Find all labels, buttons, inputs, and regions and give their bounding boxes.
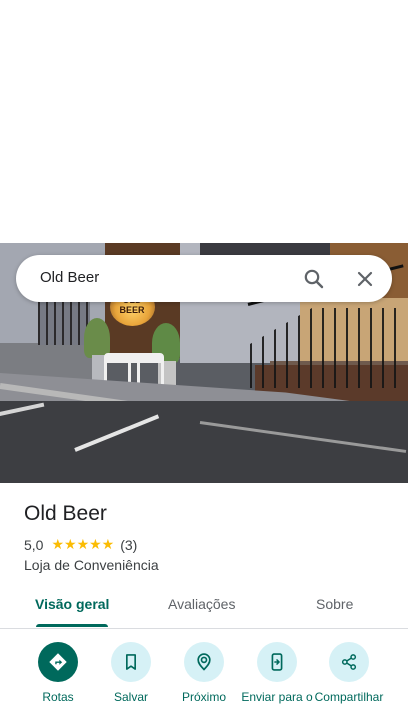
tab-bar: Visão geral Avaliações Sobre [0,588,408,629]
share-label: Compartilhar [314,690,384,704]
nearby-button[interactable]: Próximo [168,642,240,704]
review-count: (3) [120,536,138,553]
share-icon [329,642,369,682]
tab-about[interactable]: Sobre [316,596,353,612]
directions-button[interactable]: Rotas [22,642,94,704]
tab-indicator [36,624,108,627]
close-icon[interactable] [353,267,377,291]
directions-icon [38,642,78,682]
save-button[interactable]: Salvar [95,642,167,704]
send-to-phone-label: Enviar para o [241,690,313,704]
bookmark-icon [111,642,151,682]
place-title: Old Beer [24,502,107,525]
save-label: Salvar [113,690,148,704]
star-rating-icon: ★★★★★ [51,536,115,552]
share-button[interactable]: Compartilhar [313,642,385,704]
place-category: Loja de Conveniência [24,557,159,573]
tab-reviews[interactable]: Avaliações [168,596,235,612]
rating-value: 5,0 [24,536,44,553]
nearby-label: Próximo [181,690,226,704]
search-input[interactable]: Old Beer [40,269,99,286]
nearby-icon [184,642,224,682]
send-to-phone-button[interactable]: Enviar para o [241,642,313,704]
map-area [0,0,408,243]
rating-row[interactable]: 5,0 ★★★★★ (3) [24,536,137,553]
directions-label: Rotas [42,690,74,704]
search-bar[interactable]: Old Beer [16,255,392,302]
tab-overview[interactable]: Visão geral [35,596,109,612]
send-to-phone-icon [257,642,297,682]
search-icon[interactable] [302,267,326,291]
